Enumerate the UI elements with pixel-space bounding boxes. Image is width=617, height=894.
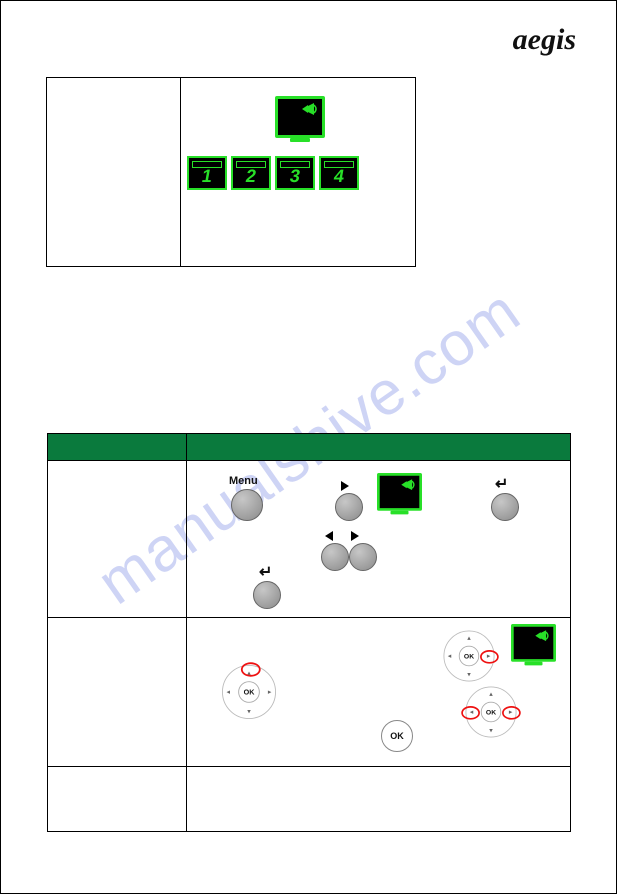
dpad-bottom-right[interactable]: ▴▾◂▸ OK xyxy=(466,687,517,738)
t2-r1-right: Menu ↵ ↵ xyxy=(187,461,571,618)
highlight-ring-up xyxy=(241,662,261,676)
t2-r3-left xyxy=(48,767,187,832)
right-button[interactable] xyxy=(349,543,377,571)
return-icon-2: ↵ xyxy=(259,565,272,581)
dpad-top-right[interactable]: ▴▾◂▸ OK xyxy=(444,631,495,682)
left-button[interactable] xyxy=(321,543,349,571)
dpad-left[interactable]: ▴▾◂▸ OK xyxy=(222,665,276,719)
t2-r3-right xyxy=(187,767,571,832)
chip-1: 1 xyxy=(187,156,227,190)
t1-right-cell: 1 2 3 4 xyxy=(181,78,416,267)
left-arrow-icon xyxy=(325,531,333,541)
dpad-ok[interactable]: OK xyxy=(238,681,260,703)
t2-header-row xyxy=(48,434,571,461)
monitor-icon xyxy=(275,96,325,143)
t2-r1-left xyxy=(48,461,187,618)
highlight-ring-left xyxy=(461,706,480,720)
page: aegis manualshive.com 1 2 3 4 xyxy=(0,0,617,894)
monitor-icon-small xyxy=(377,473,422,515)
return-button-2[interactable] xyxy=(253,581,281,609)
monitor-icon-small-2 xyxy=(511,624,556,666)
menu-label: Menu xyxy=(229,475,258,487)
t2-r2-right: ▴▾◂▸ OK ▴▾◂▸ OK ▴▾◂▸ xyxy=(187,618,571,767)
dpad-ok-2[interactable]: OK xyxy=(459,646,479,666)
brand-logo: aegis xyxy=(513,23,576,57)
chip-4: 4 xyxy=(319,156,359,190)
chip-3: 3 xyxy=(275,156,315,190)
chip-2: 2 xyxy=(231,156,271,190)
play-icon xyxy=(341,481,349,491)
diagram-table-top: 1 2 3 4 xyxy=(46,77,416,267)
t2-r2-left xyxy=(48,618,187,767)
dpad-ok-3[interactable]: OK xyxy=(481,702,501,722)
channel-chips: 1 2 3 4 xyxy=(187,156,359,190)
highlight-ring-right xyxy=(480,650,499,664)
ok-button-standalone[interactable]: OK xyxy=(381,720,413,752)
return-button[interactable] xyxy=(491,493,519,521)
play-button[interactable] xyxy=(335,493,363,521)
menu-button[interactable] xyxy=(231,489,263,521)
instruction-table: Menu ↵ ↵ xyxy=(47,433,571,832)
right-arrow-icon xyxy=(351,531,359,541)
return-icon: ↵ xyxy=(495,477,508,493)
highlight-ring-right-2 xyxy=(502,706,521,720)
t1-left-cell xyxy=(47,78,181,267)
megaphone-icon xyxy=(300,101,320,117)
